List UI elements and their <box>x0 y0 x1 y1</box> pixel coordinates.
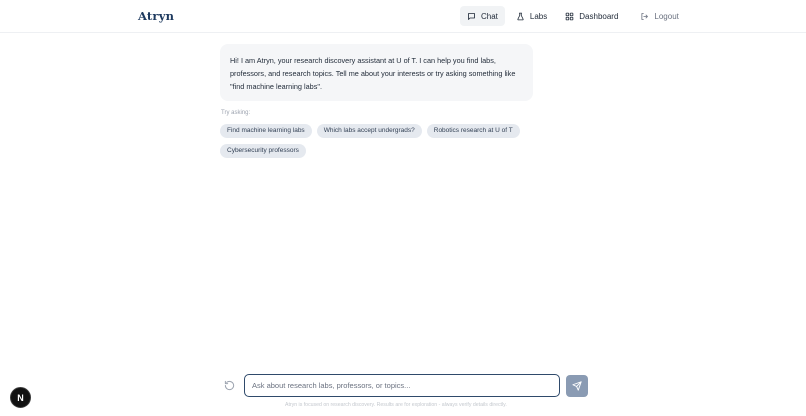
footer-disclaimer: Atryn is focused on research discovery. … <box>285 402 507 408</box>
nav-dashboard[interactable]: Dashboard <box>558 6 625 26</box>
nav-labs-label: Labs <box>529 11 548 21</box>
grid-icon <box>565 12 574 20</box>
logout-icon <box>641 12 649 20</box>
main-nav: Chat Labs Dashboard Logout <box>460 6 686 26</box>
suggestion-chip-ml-labs[interactable]: Find machine learning labs <box>220 124 312 138</box>
chat-icon <box>468 12 475 20</box>
devtools-badge[interactable]: N <box>10 387 31 408</box>
nav-chat-label: Chat <box>481 11 498 21</box>
nav-dashboard-label: Dashboard <box>579 11 619 21</box>
send-icon <box>572 381 582 391</box>
flask-icon <box>517 12 524 20</box>
suggestion-chip-robotics[interactable]: Robotics research at U of T <box>426 124 520 138</box>
assistant-message: Hi! I am Atryn, your research discovery … <box>220 44 533 101</box>
reset-icon[interactable] <box>224 380 235 391</box>
nav-logout[interactable]: Logout <box>633 6 685 26</box>
brand-logo[interactable]: Atryn <box>138 9 174 23</box>
nav-labs[interactable]: Labs <box>509 6 554 26</box>
chat-composer <box>220 374 590 398</box>
suggestion-chip-undergrads[interactable]: Which labs accept undergrads? <box>316 124 422 138</box>
nav-chat[interactable]: Chat <box>460 6 505 26</box>
chat-input[interactable] <box>244 374 560 397</box>
send-button[interactable] <box>566 375 588 397</box>
suggestion-chips: Find machine learning labs Which labs ac… <box>220 124 540 158</box>
top-header: Atryn Chat Labs Dashboard Logout <box>0 0 806 33</box>
nav-logout-label: Logout <box>654 11 679 21</box>
suggestion-chip-cybersecurity[interactable]: Cybersecurity professors <box>220 144 306 158</box>
suggestions-label: Try asking: <box>221 110 251 116</box>
